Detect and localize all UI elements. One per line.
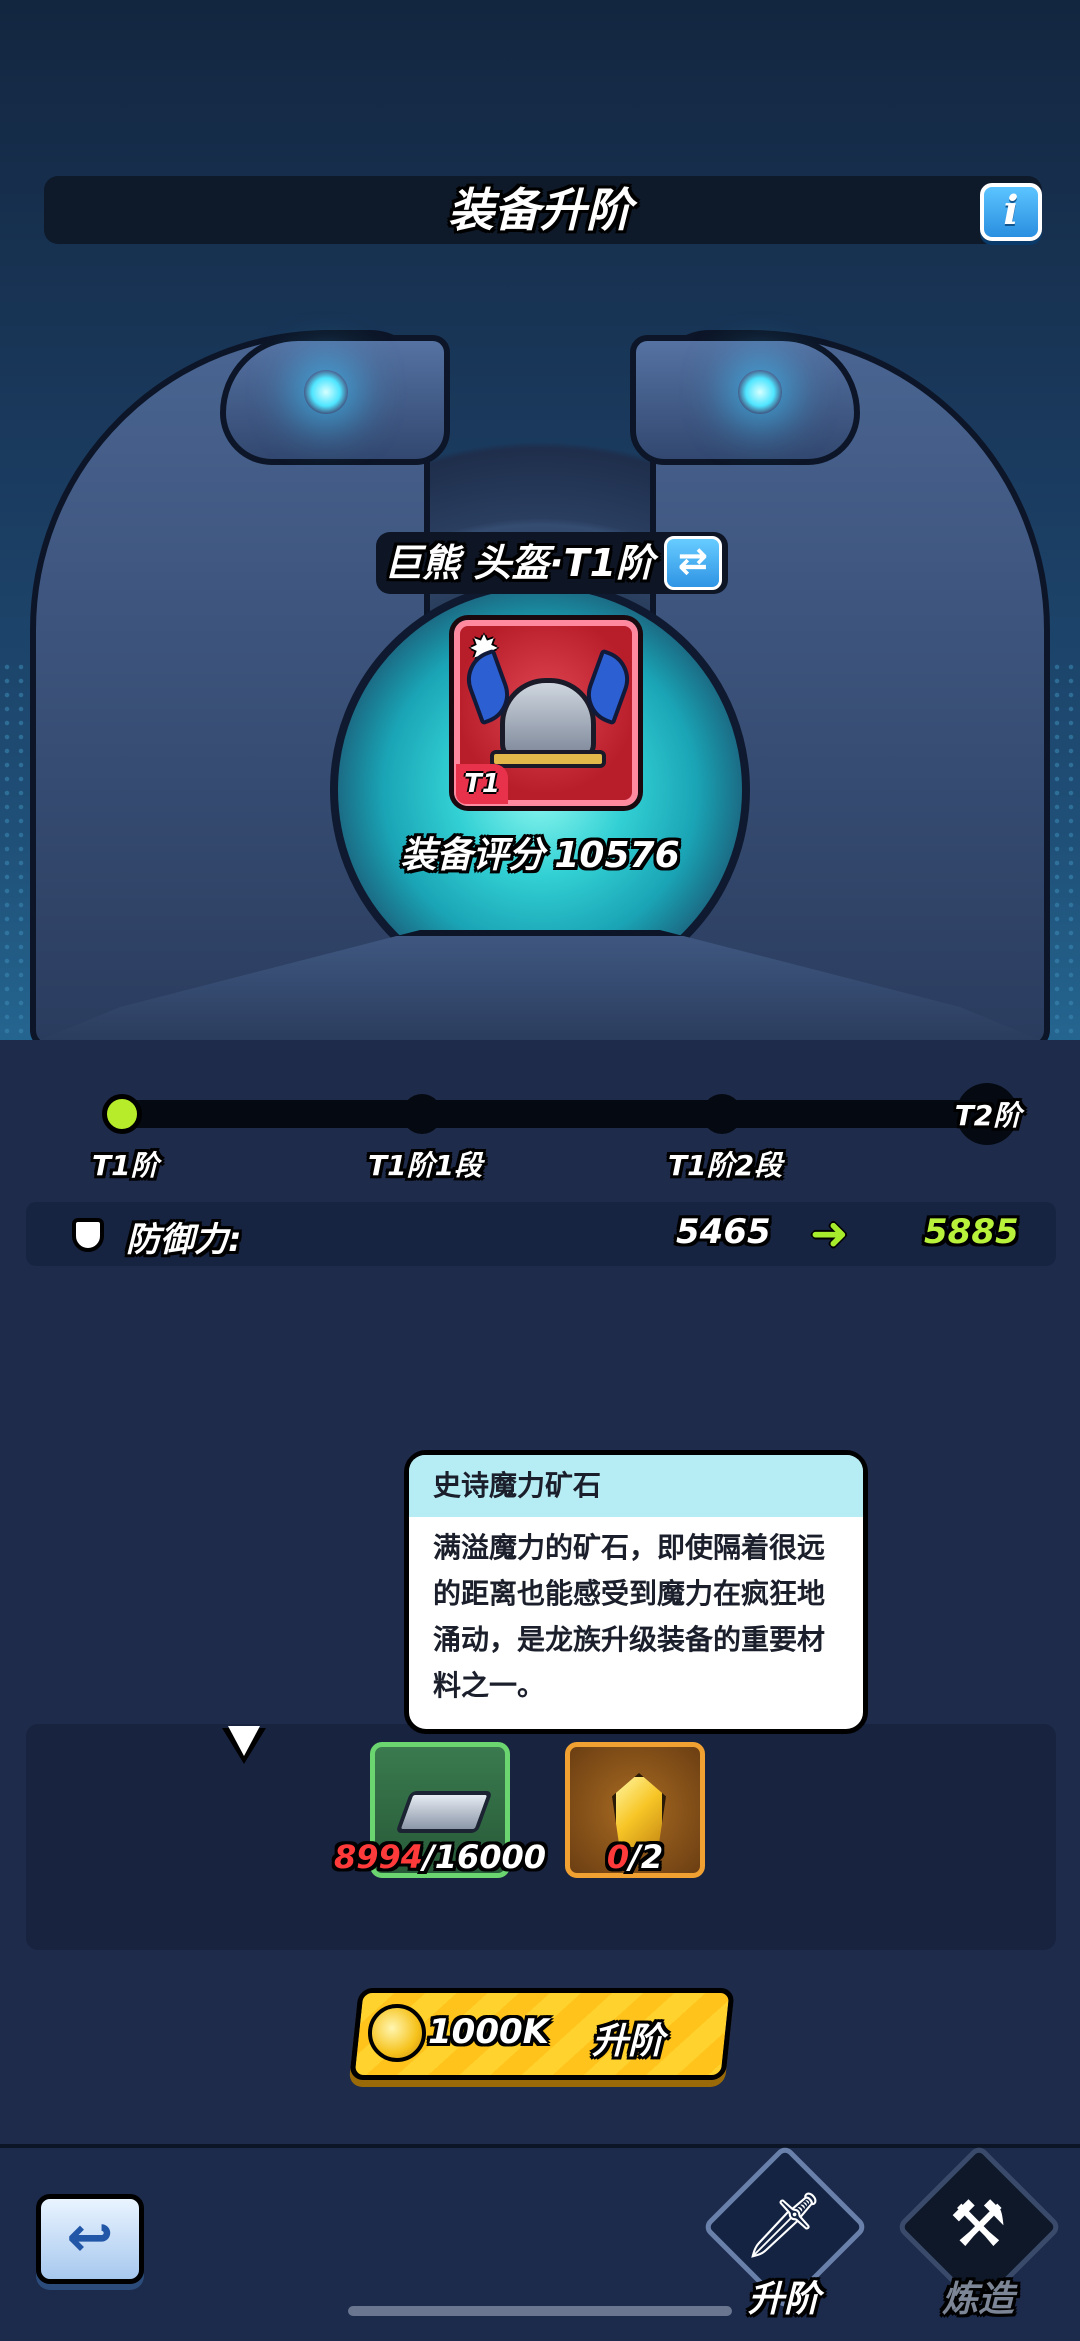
- material-tooltip: 史诗魔力矿石 满溢魔力的矿石，即使隔着很远的距离也能感受到魔力在疯狂地涌动，是龙…: [404, 1450, 868, 1734]
- stage-label-1: T1阶1段: [368, 1149, 483, 1182]
- material-have-silver: 8994: [333, 1838, 424, 1876]
- tab-forge-label: 炼造: [941, 2279, 1014, 2320]
- stat-old-value: 5465: [676, 1212, 771, 1252]
- progress-node-2: [702, 1094, 742, 1134]
- left-blue-flame-icon: [304, 370, 348, 414]
- anvil-hammer-icon: ⚒: [949, 2188, 1007, 2262]
- page-title: 装备升阶: [448, 183, 632, 237]
- arrow-right-icon: ➜: [810, 1206, 849, 1260]
- material-have-mana-ore: 0: [606, 1838, 630, 1876]
- stat-new-value: 5885: [924, 1212, 1019, 1252]
- stage-label-0: T1阶: [92, 1149, 159, 1182]
- info-button[interactable]: i: [980, 183, 1042, 241]
- silver-ingot-icon: [395, 1791, 493, 1833]
- upgrade-button-label: 升阶: [592, 2021, 665, 2062]
- tab-forge[interactable]: ⚒ 炼造: [895, 2143, 1063, 2320]
- tooltip-body: 满溢魔力的矿石，即使隔着很远的距离也能感受到魔力在疯狂地涌动，是龙族升级装备的重…: [433, 1531, 826, 1702]
- gold-coin-icon: [368, 2004, 426, 2062]
- progress-node-0: [102, 1094, 142, 1134]
- stage-label-2: T1阶2段: [668, 1149, 783, 1182]
- tab-upgrade[interactable]: 🗡 升阶: [701, 2143, 869, 2320]
- helmet-band: [490, 750, 606, 768]
- material-count-mana-ore: 0/2: [525, 1838, 745, 1876]
- stat-label: 防御力:: [126, 1220, 242, 1260]
- score-label: 装备评分: [400, 835, 545, 876]
- right-blue-flame-icon: [738, 370, 782, 414]
- final-stage-label: T2阶: [954, 1099, 1022, 1132]
- material-count-silver: 8994/16000: [330, 1838, 550, 1876]
- progress-track: [120, 1100, 990, 1128]
- back-button[interactable]: ↩: [36, 2194, 144, 2284]
- home-indicator: [348, 2306, 732, 2316]
- tooltip-pointer-fill: [228, 1726, 260, 1756]
- shield-icon: [72, 1218, 104, 1252]
- progress-node-1: [402, 1094, 442, 1134]
- score-value: 10576: [554, 835, 680, 876]
- upgrade-cost: 1000K: [428, 2012, 549, 2052]
- materials-box: [26, 1724, 1056, 1950]
- material-need-mana-ore: /2: [629, 1838, 664, 1876]
- equipment-card[interactable]: ✸ T1: [454, 620, 638, 806]
- item-name: 巨熊 头盔·T1阶: [383, 541, 655, 585]
- swap-equipment-button[interactable]: ⇄: [664, 536, 722, 590]
- portal-scene: [0, 0, 1080, 1040]
- tooltip-title: 史诗魔力矿石: [409, 1455, 863, 1517]
- equipment-score: 装备评分 10576: [0, 826, 1080, 878]
- tier-badge: T1: [456, 764, 508, 804]
- sword-upgrade-icon: 🗡: [743, 2189, 825, 2263]
